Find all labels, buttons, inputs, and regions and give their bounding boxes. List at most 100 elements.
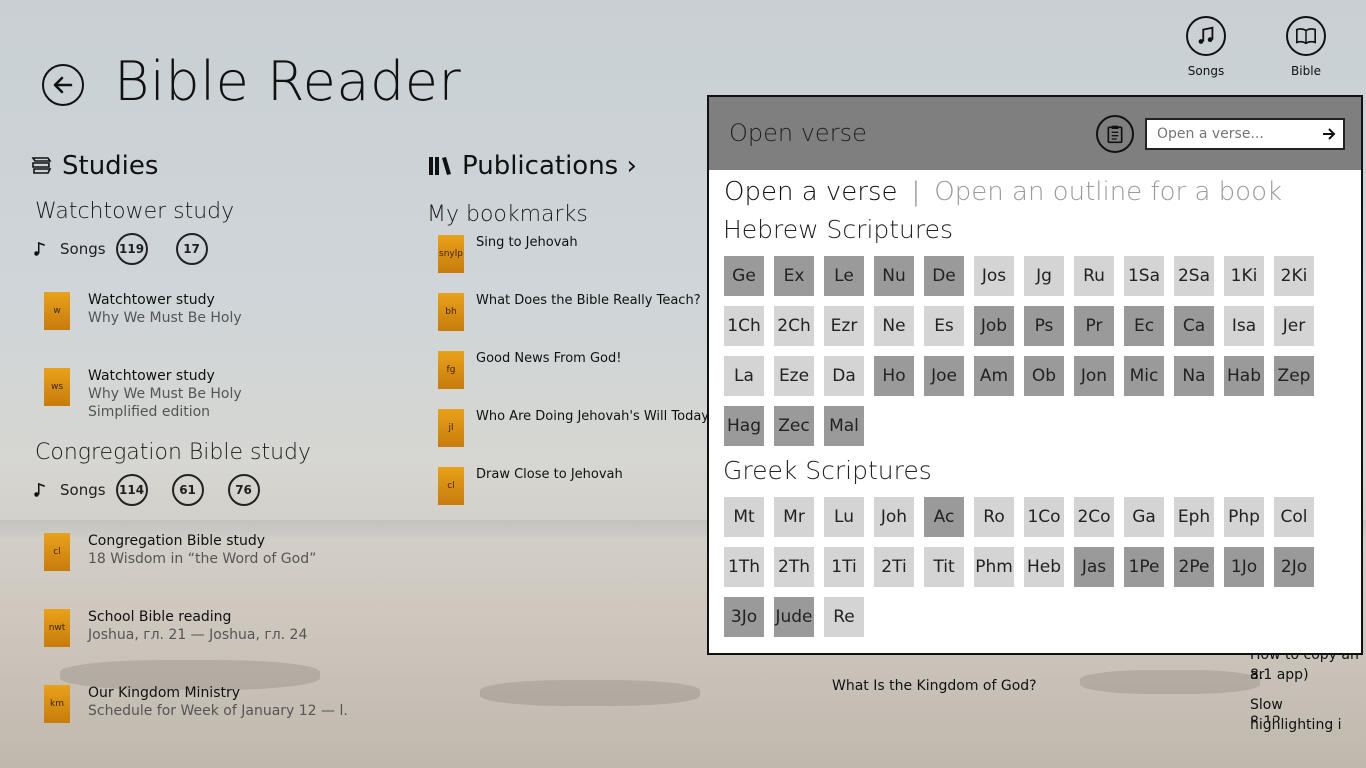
back-button[interactable] [42, 64, 84, 106]
bookmark-item[interactable]: cl Draw Close to Jehovah [438, 467, 623, 505]
book-button[interactable]: Ru [1074, 256, 1114, 296]
verse-input[interactable] [1155, 125, 1319, 143]
book-button[interactable]: 1Jo [1224, 547, 1264, 587]
book-button[interactable]: Jude [774, 597, 814, 637]
book-button[interactable]: Php [1224, 497, 1264, 537]
book-button[interactable]: Pr [1074, 306, 1114, 346]
book-button[interactable]: Le [824, 256, 864, 296]
book-button[interactable]: Phm [974, 547, 1014, 587]
book-button[interactable]: Jer [1274, 306, 1314, 346]
book-button[interactable]: 2Sa [1174, 256, 1214, 296]
book-button[interactable]: Isa [1224, 306, 1264, 346]
book-button[interactable]: Ho [874, 356, 914, 396]
book-button[interactable]: 3Jo [724, 597, 764, 637]
book-button[interactable]: 2Ki [1274, 256, 1314, 296]
book-button[interactable]: Ob [1024, 356, 1064, 396]
book-button[interactable]: Ex [774, 256, 814, 296]
bookmark-item[interactable]: jl Who Are Doing Jehovah's Will Today? [438, 409, 716, 447]
book-button[interactable]: Nu [874, 256, 914, 296]
book-button[interactable]: Joh [874, 497, 914, 537]
study-item[interactable]: nwt School Bible reading Joshua, гл. 21 … [44, 609, 307, 647]
book-button[interactable]: Lu [824, 497, 864, 537]
book-button[interactable]: Am [974, 356, 1014, 396]
book-button[interactable]: Jon [1074, 356, 1114, 396]
greek-books-grid: Mt Mr Lu Joh Ac Ro 1Co 2Co Ga Eph Php Col 1Th 2Th 1Ti 2… [724, 497, 1314, 637]
book-button[interactable]: Jg [1024, 256, 1064, 296]
book-button[interactable]: Ca [1174, 306, 1214, 346]
book-button[interactable]: Col [1274, 497, 1314, 537]
song-number-button[interactable]: 119 [115, 233, 148, 265]
book-button[interactable]: Es [924, 306, 964, 346]
book-button[interactable]: Mt [724, 497, 764, 537]
book-button[interactable]: Ga [1124, 497, 1164, 537]
song-number-button[interactable]: 114 [115, 474, 148, 506]
book-button[interactable]: Hab [1224, 356, 1264, 396]
book-button[interactable]: Tit [924, 547, 964, 587]
bible-button[interactable]: Bible [1276, 16, 1336, 78]
book-button[interactable]: 1Th [724, 547, 764, 587]
book-button[interactable]: Ro [974, 497, 1014, 537]
book-button[interactable]: Da [824, 356, 864, 396]
book-button[interactable]: Zep [1274, 356, 1314, 396]
tab-open-outline[interactable]: Open an outline for a book [934, 177, 1282, 207]
book-button[interactable]: Ge [724, 256, 764, 296]
book-button[interactable]: 1Ti [824, 547, 864, 587]
tab-open-verse[interactable]: Open a verse [724, 177, 898, 207]
book-button[interactable]: De [924, 256, 964, 296]
book-button[interactable]: Zec [774, 406, 814, 446]
book-button[interactable]: Ezr [824, 306, 864, 346]
book-button[interactable]: Na [1174, 356, 1214, 396]
book-button[interactable]: 1Ch [724, 306, 764, 346]
book-button[interactable]: Ne [874, 306, 914, 346]
book-button[interactable]: Ec [1124, 306, 1164, 346]
studies-heading-label: Studies [62, 151, 159, 181]
study-item[interactable]: km Our Kingdom Ministry Schedule for Wee… [44, 685, 348, 723]
book-button[interactable]: 1Sa [1124, 256, 1164, 296]
paste-button[interactable] [1096, 115, 1134, 153]
book-button[interactable]: Ps [1024, 306, 1064, 346]
book-button[interactable]: Mr [774, 497, 814, 537]
congregation-study-heading: Congregation Bible study [35, 440, 312, 465]
song-number-button[interactable]: 76 [227, 474, 260, 506]
book-button[interactable]: Eze [774, 356, 814, 396]
book-button[interactable]: Mic [1124, 356, 1164, 396]
book-button[interactable]: 1Pe [1124, 547, 1164, 587]
hebrew-books-grid: Ge Ex Le Nu De Jos Jg Ru 1Sa 2Sa 1Ki 2Ki 1Ch 2Ch Ezr Ne… [724, 256, 1314, 446]
songs-button-label: Songs [1187, 64, 1225, 78]
book-button[interactable]: 1Co [1024, 497, 1064, 537]
book-button[interactable]: Jos [974, 256, 1014, 296]
book-button[interactable]: La [724, 356, 764, 396]
book-button[interactable]: 2Ch [774, 306, 814, 346]
study-item[interactable]: w Watchtower study Why We Must Be Holy [44, 292, 242, 330]
book-button[interactable]: 2Pe [1174, 547, 1214, 587]
book-button[interactable]: Re [824, 597, 864, 637]
watchtower-songs-row: Songs 119 17 [32, 233, 208, 265]
song-number-button[interactable]: 61 [171, 474, 204, 506]
book-button[interactable]: 2Th [774, 547, 814, 587]
book-button[interactable]: Heb [1024, 547, 1064, 587]
study-item-title: Watchtower study [88, 368, 215, 384]
publications-heading[interactable]: Publications › [428, 151, 637, 181]
book-button[interactable]: 2Co [1074, 497, 1114, 537]
book-button[interactable]: Jas [1074, 547, 1114, 587]
studies-heading[interactable]: Studies [30, 151, 158, 181]
bookmark-item[interactable]: fg Good News From God! [438, 351, 621, 389]
background-link[interactable]: What Is the Kingdom of God? [832, 678, 1037, 694]
bookmark-item[interactable]: snylp Sing to Jehovah [438, 235, 578, 273]
book-button[interactable]: Eph [1174, 497, 1214, 537]
book-button[interactable]: Ac [924, 497, 964, 537]
background-text: 8.1 app) [1250, 667, 1309, 683]
book-button[interactable]: 2Jo [1274, 547, 1314, 587]
study-item[interactable]: cl Congregation Bible study 18 Wisdom in… [44, 533, 316, 571]
book-button[interactable]: 1Ki [1224, 256, 1264, 296]
book-button[interactable]: Hag [724, 406, 764, 446]
songs-button[interactable]: Songs [1176, 16, 1236, 78]
go-arrow-icon[interactable] [1319, 124, 1339, 144]
book-button[interactable]: Job [974, 306, 1014, 346]
bookmark-item[interactable]: bh What Does the Bible Really Teach? [438, 293, 701, 331]
book-button[interactable]: Joe [924, 356, 964, 396]
book-button[interactable]: 2Ti [874, 547, 914, 587]
study-item[interactable]: ws Watchtower study Why We Must Be Holy … [44, 368, 242, 420]
song-number-button[interactable]: 17 [175, 233, 208, 265]
book-button[interactable]: Mal [824, 406, 864, 446]
